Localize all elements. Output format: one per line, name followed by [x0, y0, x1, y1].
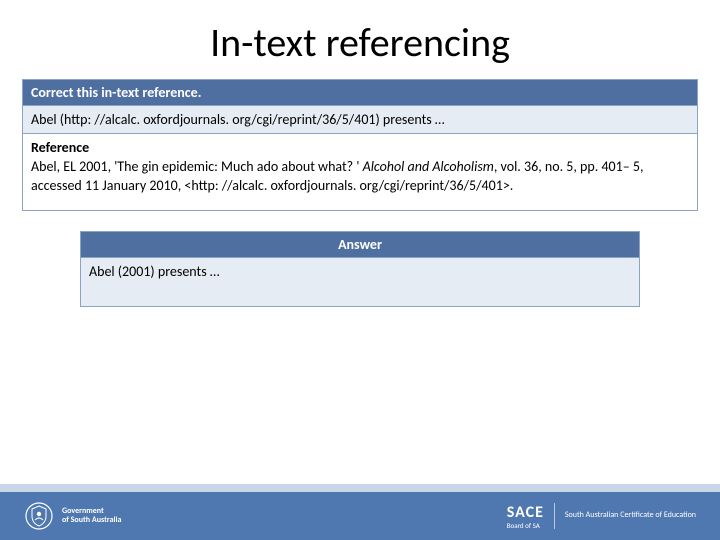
footer-bar: Government of South Australia SACE Board…: [0, 484, 720, 540]
reference-body: Reference Abel, EL 2001, 'The gin epidem…: [23, 134, 697, 210]
gov-logo: Government of South Australia: [24, 501, 121, 531]
vertical-divider: [554, 503, 555, 529]
reference-label: Reference: [31, 139, 689, 158]
slide-title: In-text referencing: [0, 0, 720, 79]
reference-text-italic: Alcohol and Alcoholism: [363, 158, 494, 175]
sace-block: SACE Board of SA South Australian Certif…: [507, 503, 696, 529]
sace-logo-text: SACE: [507, 503, 544, 522]
answer-header: Answer: [81, 232, 639, 258]
reference-text-part1: Abel, EL 2001, 'The gin epidemic: Much a…: [31, 158, 363, 175]
sace-logo-group: SACE Board of SA: [507, 503, 544, 529]
gov-text: Government of South Australia: [62, 507, 121, 525]
answer-panel: Answer Abel (2001) presents …: [80, 231, 640, 307]
question-panel: Correct this in-text reference. Abel (ht…: [22, 79, 698, 211]
sace-sub-text: Board of SA: [507, 522, 544, 529]
shield-icon: [24, 501, 54, 531]
question-header: Correct this in-text reference.: [23, 80, 697, 106]
gov-line2: of South Australia: [62, 516, 121, 525]
sace-right-text: South Australian Certificate of Educatio…: [565, 511, 696, 521]
reference-text: Abel, EL 2001, 'The gin epidemic: Much a…: [31, 158, 643, 194]
answer-text: Abel (2001) presents …: [81, 258, 639, 306]
question-example: Abel (http: //alcalc. oxfordjournals. or…: [23, 106, 697, 134]
